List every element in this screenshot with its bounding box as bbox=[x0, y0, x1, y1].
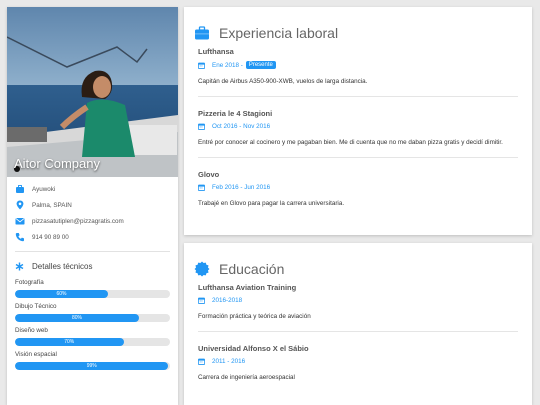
entry-title: Glovo bbox=[198, 170, 220, 179]
divider bbox=[198, 96, 518, 97]
skill-item: Dibujo Técnico 80% bbox=[7, 303, 178, 322]
asterisk-icon bbox=[15, 261, 24, 271]
experience-entry: Pizzeria le 4 Stagioni Oct 2016 - Nov 20… bbox=[184, 109, 532, 146]
divider bbox=[198, 331, 518, 332]
education-header: Educación bbox=[184, 243, 532, 283]
profile-name: Aitor Company bbox=[14, 156, 100, 171]
divider bbox=[198, 157, 518, 158]
phone-text[interactable]: 914 90 89 00 bbox=[32, 234, 69, 241]
entry-date-text: Oct 2016 - Nov 2016 bbox=[212, 123, 271, 130]
phone-icon bbox=[15, 233, 24, 242]
calendar-icon bbox=[198, 297, 205, 304]
email-text[interactable]: pizzasatutiplen@pizzagratis.com bbox=[32, 218, 124, 225]
envelope-icon bbox=[15, 218, 25, 225]
skill-label: Diseño web bbox=[15, 327, 48, 334]
education-card: Educación Lufthansa Aviation Training 20… bbox=[184, 243, 532, 405]
email-row: pizzasatutiplen@pizzagratis.com bbox=[7, 213, 178, 229]
experience-title: Experiencia laboral bbox=[219, 25, 339, 41]
skill-bar: 80% bbox=[15, 314, 170, 322]
skill-bar: 60% bbox=[15, 290, 170, 298]
location-row: Palma, SPAIN bbox=[7, 197, 178, 213]
calendar-icon bbox=[198, 184, 205, 191]
experience-entry: Lufthansa Ene 2018 - Presente Capitán de… bbox=[184, 47, 532, 85]
entry-date: 2011 - 2016 bbox=[198, 358, 518, 365]
entry-date: Feb 2016 - Jun 2016 bbox=[198, 184, 518, 191]
calendar-icon bbox=[198, 358, 205, 365]
entry-date: Ene 2018 - Presente bbox=[198, 61, 518, 69]
skill-item: Fotografía 60% bbox=[7, 279, 178, 298]
skill-bar: 70% bbox=[15, 338, 170, 346]
calendar-icon bbox=[198, 123, 205, 130]
entry-description: Carrera de ingeniería aeroespacial bbox=[198, 374, 295, 381]
divider bbox=[15, 251, 170, 252]
map-marker-icon bbox=[16, 200, 24, 210]
entry-title: Universidad Alfonso X el Sábio bbox=[198, 344, 309, 353]
certificate-icon bbox=[194, 261, 210, 277]
education-entry: Lufthansa Aviation Training 2016-2018 Fo… bbox=[184, 283, 532, 320]
skills-header: Detalles técnicos bbox=[7, 258, 178, 274]
location-text: Palma, SPAIN bbox=[32, 201, 72, 209]
entry-title: Lufthansa Aviation Training bbox=[198, 283, 297, 292]
experience-entry: Glovo Feb 2016 - Jun 2016 Trabajé en Glo… bbox=[184, 170, 532, 207]
briefcase-icon bbox=[16, 185, 24, 193]
education-title: Educación bbox=[219, 261, 285, 277]
experience-header: Experiencia laboral bbox=[184, 7, 532, 47]
profile-photo: Aitor Company bbox=[7, 7, 178, 177]
education-entry: Universidad Alfonso X el Sábio 2011 - 20… bbox=[184, 344, 532, 381]
skill-label: Fotografía bbox=[15, 279, 44, 286]
entry-description: Formación práctica y teórica de aviación bbox=[198, 313, 311, 320]
entry-date-text: 2011 - 2016 bbox=[212, 358, 246, 365]
skill-item: Visión espacial 99% bbox=[7, 351, 178, 370]
calendar-icon bbox=[198, 62, 205, 69]
experience-card: Experiencia laboral Lufthansa Ene 2018 -… bbox=[184, 7, 532, 235]
skill-bar-fill: 60% bbox=[15, 290, 108, 298]
entry-date: Oct 2016 - Nov 2016 bbox=[198, 123, 518, 130]
skill-bar-fill: 70% bbox=[15, 338, 124, 346]
entry-date-text: Ene 2018 - bbox=[212, 61, 243, 69]
skills-list: Fotografía 60% Dibujo Técnico 80% Diseño… bbox=[7, 279, 178, 370]
entry-date: 2016-2018 bbox=[198, 297, 518, 304]
entry-date-text: 2016-2018 bbox=[212, 297, 243, 304]
current-badge: Presente bbox=[245, 61, 276, 69]
skill-bar-fill: 99% bbox=[15, 362, 169, 370]
entry-description: Entré por conocer al cocinero y me pagab… bbox=[198, 139, 503, 146]
skill-bar-fill: 80% bbox=[15, 314, 139, 322]
entry-title: Lufthansa bbox=[198, 47, 234, 56]
entry-description: Capitán de Airbus A350-900-XWB, vuelos d… bbox=[198, 78, 368, 85]
entry-date-text: Feb 2016 - Jun 2016 bbox=[212, 184, 271, 191]
skills-title: Detalles técnicos bbox=[32, 261, 93, 271]
job-text: Ayuwoki bbox=[32, 185, 56, 193]
entry-description: Trabajé en Glovo para pagar la carrera u… bbox=[198, 200, 345, 207]
profile-card: Aitor Company Ayuwoki Palma, SPAIN pizza… bbox=[7, 7, 178, 405]
skill-label: Dibujo Técnico bbox=[15, 303, 57, 310]
skill-label: Visión espacial bbox=[15, 351, 57, 358]
skill-item: Diseño web 70% bbox=[7, 327, 178, 346]
entry-title: Pizzeria le 4 Stagioni bbox=[198, 109, 273, 118]
phone-row: 914 90 89 00 bbox=[7, 229, 178, 245]
job-row: Ayuwoki bbox=[7, 181, 178, 197]
briefcase-icon bbox=[195, 26, 209, 40]
skill-bar: 99% bbox=[15, 362, 170, 370]
